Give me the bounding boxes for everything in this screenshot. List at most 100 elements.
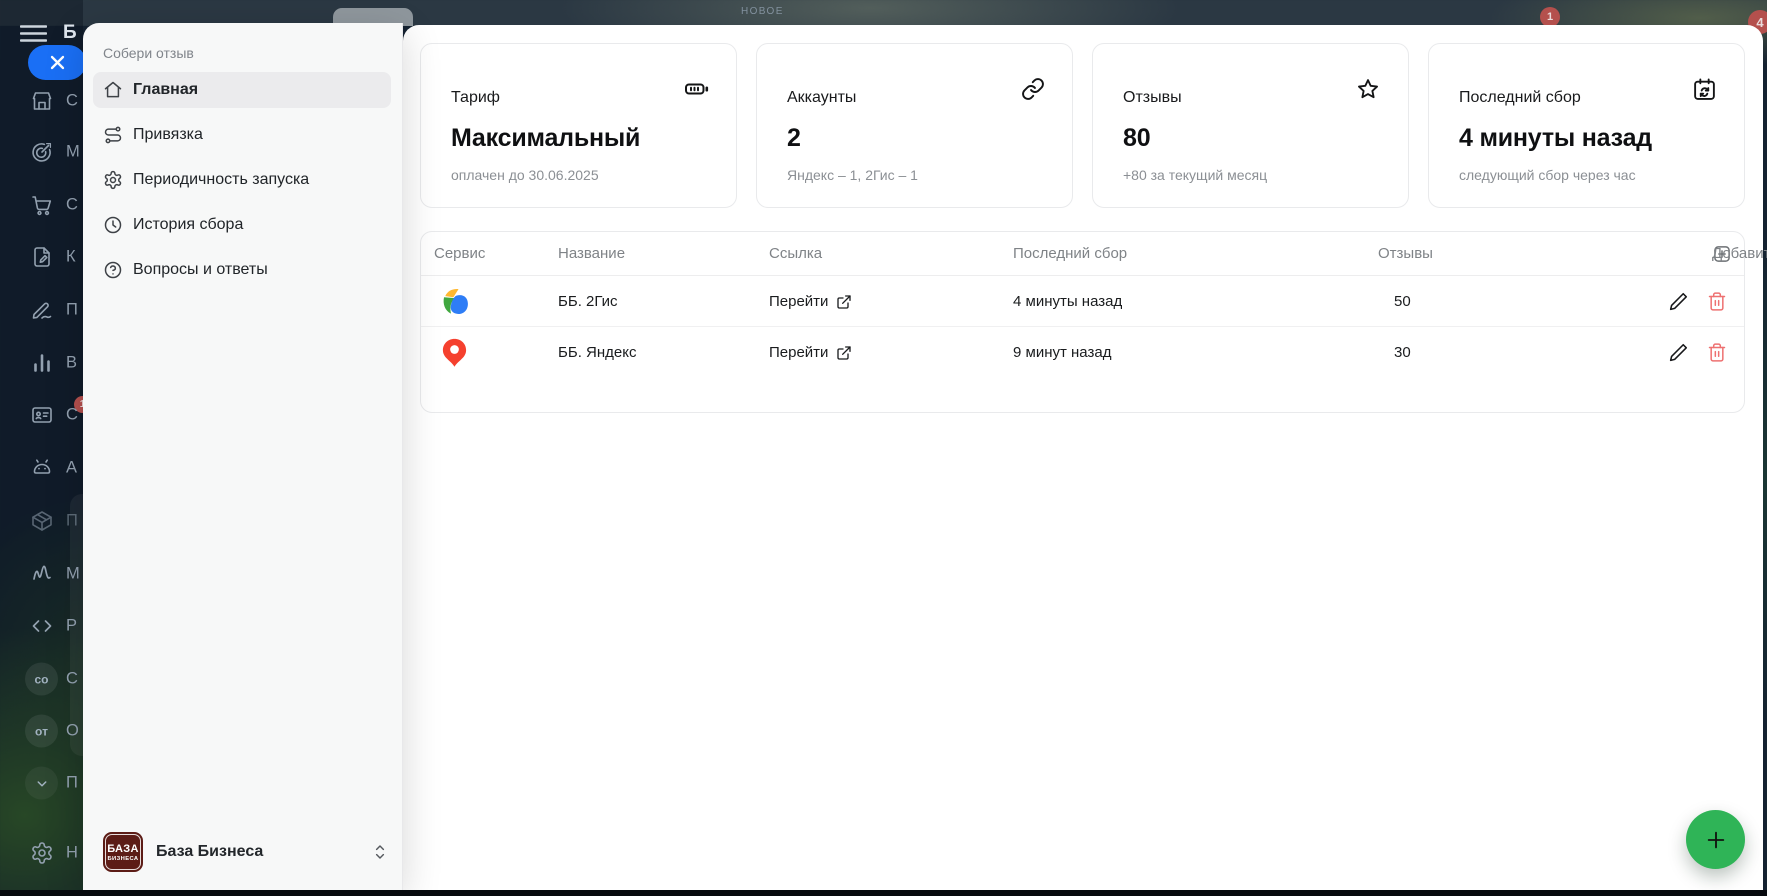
sidebar-item-android[interactable]: А (0, 451, 83, 485)
plus-icon (1707, 831, 1724, 848)
sidebar-item-co[interactable]: co С (0, 662, 83, 696)
trash-icon (1708, 292, 1726, 311)
card-title: Тариф (451, 89, 500, 106)
col-name: Название (558, 245, 626, 262)
close-icon (50, 55, 64, 70)
waves-icon (30, 562, 54, 586)
card-subtitle: следующий сбор через час (1459, 167, 1636, 183)
drawer-item-faq[interactable]: Вопросы и ответы (93, 252, 391, 288)
drawer-title: Собери отзыв (103, 45, 194, 61)
card-subtitle: Яндекс – 1, 2Гис – 1 (787, 167, 918, 183)
stat-cards: Тариф Максимальный оплачен до 30.06.2025… (420, 43, 1745, 208)
card-last-collect: Последний сбор 4 минуты назад следующий … (1428, 43, 1745, 208)
sidebar-item-id-card[interactable]: 1 С (0, 396, 91, 432)
package-icon (30, 509, 54, 533)
card-title: Отзывы (1123, 89, 1182, 106)
card-title: Последний сбор (1459, 89, 1581, 106)
edit-button[interactable] (1667, 291, 1689, 313)
card-accounts: Аккаунты 2 Яндекс – 1, 2Гис – 1 (756, 43, 1073, 208)
sidebar-item-expand[interactable]: П (0, 766, 83, 800)
home-icon (103, 80, 123, 100)
col-link: Ссылка (769, 245, 823, 262)
collect-reviews-drawer: Собери отзыв Главная Привязка Периодично… (83, 23, 403, 890)
card-value: Максимальный (451, 124, 641, 152)
service-logo-2gis (441, 287, 470, 316)
open-service-link[interactable]: Перейти (769, 276, 852, 327)
card-title: Аккаунты (787, 89, 857, 106)
open-service-link[interactable]: Перейти (769, 327, 852, 378)
card-reviews: Отзывы 80 +80 за текущий месяц (1092, 43, 1409, 208)
chevron-down-icon (25, 766, 58, 800)
sidebar-item-cart[interactable]: С (0, 188, 83, 222)
sidebar-item-waves[interactable]: М (0, 557, 83, 591)
sidebar-item-settings[interactable]: Н (0, 836, 83, 870)
battery-icon (684, 77, 709, 101)
new-banner-label: НОВОЕ (741, 6, 784, 17)
card-value: 2 (787, 124, 801, 152)
card-tariff: Тариф Максимальный оплачен до 30.06.2025 (420, 43, 737, 208)
drawer-item-history[interactable]: История сбора (93, 207, 391, 243)
drawer-item-schedule[interactable]: Периодичность запуска (93, 162, 391, 198)
delete-button[interactable] (1707, 342, 1727, 363)
service-name: ББ. Яндекс (558, 344, 637, 361)
last-collect-value: 4 минуты назад (1013, 293, 1123, 310)
help-circle-icon (103, 260, 123, 280)
history-icon (103, 215, 123, 235)
target-icon (30, 140, 54, 164)
col-reviews: Отзывы (1378, 245, 1433, 262)
add-fab-button[interactable] (1686, 810, 1745, 869)
storefront-icon (30, 89, 54, 113)
delete-button[interactable] (1707, 291, 1727, 312)
code-icon (30, 614, 54, 638)
pencil-icon (1669, 343, 1688, 361)
reviews-count: 50 (1394, 293, 1411, 310)
link-icon (1021, 77, 1045, 101)
hamburger-icon (20, 25, 47, 42)
screen-bottom-edge (0, 890, 1767, 896)
service-name: ББ. 2Гис (558, 293, 618, 310)
workspace-logo: БАЗА БИЗНЕСА (103, 832, 143, 872)
workspace-name: База Бизнеса (156, 843, 264, 860)
id-card-icon: 1 (30, 396, 91, 427)
workspace-switcher[interactable]: БАЗА БИЗНЕСА База Бизнеса (103, 832, 388, 872)
sidebar-item-file-edit[interactable]: К (0, 240, 83, 274)
col-service: Сервис (434, 245, 486, 262)
add-service-button[interactable]: Добавить (1712, 232, 1767, 276)
ot-badge-icon: от (25, 714, 58, 748)
sidebar-item-signature[interactable]: П (0, 293, 83, 327)
external-link-icon (837, 294, 852, 309)
sidebar-item-stats[interactable]: В (0, 346, 83, 380)
notification-badge: 1 (1540, 7, 1560, 27)
col-last-collect: Последний сбор (1013, 245, 1128, 262)
app-sidebar: Б С М С К П В С А П М Р co С от О П Н (0, 0, 100, 896)
sidebar-item-ot[interactable]: от О (0, 714, 83, 748)
services-table: Сервис Название Ссылка Последний сбор От… (420, 231, 1767, 413)
file-edit-icon (30, 245, 54, 269)
card-subtitle: +80 за текущий месяц (1123, 167, 1268, 183)
service-logo-yandex (441, 338, 468, 367)
menu-toggle-button[interactable] (20, 25, 47, 42)
cart-icon (30, 193, 54, 217)
chevron-up-down-icon (372, 843, 388, 861)
reviews-count: 30 (1394, 344, 1411, 361)
sidebar-item-code[interactable]: Р (0, 609, 83, 643)
external-link-icon (837, 345, 852, 360)
main-content: Тариф Максимальный оплачен до 30.06.2025… (403, 25, 1767, 890)
sidebar-item-storefront[interactable]: С (0, 84, 83, 118)
android-icon (30, 456, 54, 480)
co-badge-icon: co (25, 662, 58, 696)
close-drawer-button[interactable] (28, 45, 86, 80)
sidebar-item-target[interactable]: М (0, 135, 83, 169)
signature-icon (30, 298, 54, 322)
drawer-item-main[interactable]: Главная (93, 72, 391, 108)
sidebar-item-package[interactable]: П (0, 504, 83, 538)
edit-button[interactable] (1667, 342, 1689, 364)
bar-chart-icon (30, 351, 54, 375)
calendar-sync-icon (1692, 77, 1717, 102)
pencil-icon (1669, 292, 1688, 310)
gear-icon (30, 841, 54, 865)
last-collect-value: 9 минут назад (1013, 344, 1112, 361)
drawer-item-binding[interactable]: Привязка (93, 117, 391, 153)
gear-icon (103, 170, 123, 190)
route-icon (103, 125, 123, 145)
